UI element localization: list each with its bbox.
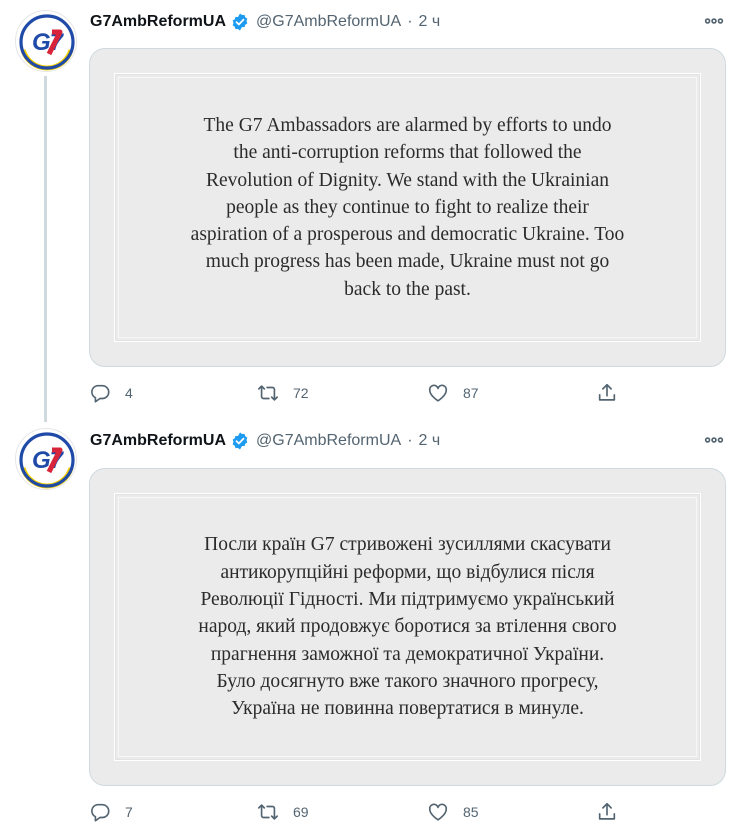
retweet-count: 69 [293,804,309,820]
author-display-name[interactable]: G7AmbReformUA [90,432,226,450]
thread-connector-line [44,76,47,422]
retweet-icon [258,804,278,820]
avatar[interactable]: G7 [15,428,77,490]
more-options-button[interactable] [702,428,726,452]
share-button[interactable] [596,378,618,408]
reply-button[interactable]: 7 [89,797,133,827]
retweet-icon [258,385,278,401]
share-icon [598,802,616,820]
more-horizontal-icon [704,437,724,443]
share-icon [598,383,616,401]
tweet-image[interactable]: The G7 Ambassadors are alarmed by effort… [89,48,726,367]
share-button[interactable] [596,797,618,827]
timestamp[interactable]: 2 ч [419,13,441,31]
like-count: 85 [463,804,479,820]
more-options-button[interactable] [702,9,726,33]
image-statement-text: Посли країн G7 стривожені зусиллями скас… [198,534,617,720]
timestamp[interactable]: 2 ч [419,432,441,450]
retweet-count: 72 [293,385,309,401]
separator-dot: · [407,432,413,449]
tweet-header: G7AmbReformUA @G7AmbReformUA · 2 ч [90,429,440,453]
g7-logo-icon: G7 [18,431,76,489]
like-count: 87 [463,385,479,401]
tweet-actions: 7 69 85 [89,797,629,827]
g7-logo-icon: G7 [18,13,76,71]
heart-icon [428,803,448,821]
like-button[interactable]: 85 [427,797,479,827]
reply-icon [91,803,110,822]
tweet[interactable]: G7 G7AmbReformUA @G7AmbReformUA · 2 ч Th… [0,0,747,422]
reply-button[interactable]: 4 [89,378,133,408]
reply-icon [91,384,110,403]
author-handle[interactable]: @G7AmbReformUA [256,432,401,450]
retweet-button[interactable]: 69 [257,797,309,827]
like-button[interactable]: 87 [427,378,479,408]
reply-count: 4 [125,385,133,401]
avatar[interactable]: G7 [15,10,77,72]
image-statement-text: The G7 Ambassadors are alarmed by effort… [190,114,625,300]
tweet-image[interactable]: Посли країн G7 стривожені зусиллями скас… [89,468,726,786]
verified-badge-icon [230,12,250,32]
tweet-header: G7AmbReformUA @G7AmbReformUA · 2 ч [90,10,440,34]
author-handle[interactable]: @G7AmbReformUA [256,13,401,31]
author-display-name[interactable]: G7AmbReformUA [90,13,226,31]
tweet[interactable]: G7 G7AmbReformUA @G7AmbReformUA · 2 ч По… [0,420,747,839]
verified-badge-icon [230,431,250,451]
tweet-actions: 4 72 87 [89,378,629,408]
heart-icon [428,384,448,402]
more-horizontal-icon [704,18,724,24]
separator-dot: · [407,13,413,30]
retweet-button[interactable]: 72 [257,378,309,408]
reply-count: 7 [125,804,133,820]
